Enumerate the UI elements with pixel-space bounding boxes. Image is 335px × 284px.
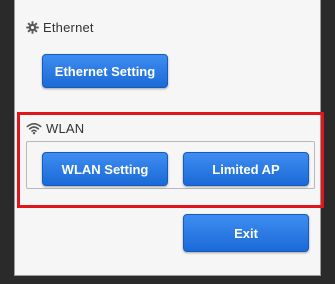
- ethernet-group-title: Ethernet: [26, 20, 94, 35]
- window-frame-left: [0, 0, 14, 284]
- ethernet-setting-button[interactable]: Ethernet Setting: [42, 54, 168, 88]
- ethernet-group-label: Ethernet: [43, 20, 94, 35]
- exit-button[interactable]: Exit: [183, 214, 309, 252]
- gear-icon: [26, 21, 39, 34]
- wlan-highlight-box: [17, 112, 324, 208]
- window-frame-bottom: [0, 276, 335, 284]
